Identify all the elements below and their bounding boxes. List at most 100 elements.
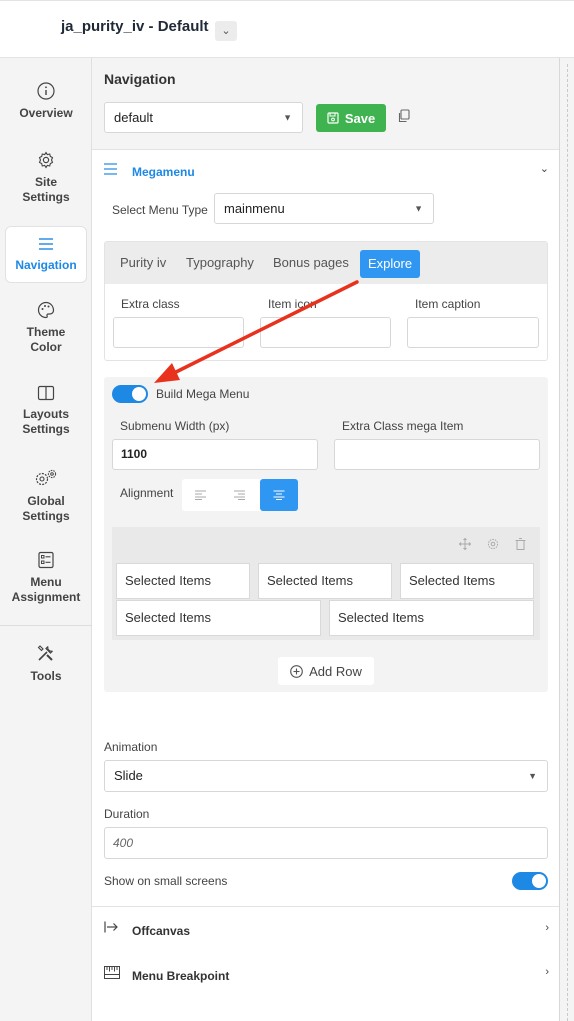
offcanvas-icon (104, 921, 118, 933)
template-dropdown-button[interactable]: ⌄ (215, 21, 237, 41)
save-button[interactable]: Save (316, 104, 386, 132)
sidebar-item-label: Overview (19, 106, 73, 120)
chevron-down-icon: ⌄ (221, 25, 231, 37)
tab-explore[interactable]: Explore (360, 250, 421, 278)
resize-guide (567, 64, 568, 1021)
grid-cell[interactable]: Selected Items (329, 600, 534, 636)
sidebar-item-tools[interactable]: Tools (0, 643, 92, 684)
sidebar-item-theme-color[interactable]: Theme Color (0, 301, 92, 355)
grid-cell[interactable]: Selected Items (400, 563, 534, 599)
sidebar-item-overview[interactable]: Overview (0, 82, 92, 121)
alignment-label: Alignment (120, 486, 174, 500)
sidebar-item-label: Navigation (15, 258, 77, 272)
section-divider (92, 906, 559, 907)
align-right-button[interactable] (220, 479, 258, 511)
megamenu-section-header[interactable]: Megamenu ⌄ (92, 150, 559, 188)
alignment-group (182, 479, 298, 511)
item-caption-input[interactable] (407, 317, 539, 348)
tab-bar: Purity iv Typography Bonus pages Explore (105, 242, 547, 284)
sidebar-item-site-settings[interactable]: Site Settings (0, 151, 92, 205)
grid-cell[interactable]: Selected Items (116, 600, 321, 636)
tools-icon (37, 645, 53, 661)
chevron-right-icon: › (545, 922, 549, 934)
small-screens-toggle[interactable] (512, 872, 548, 890)
menu-breakpoint-section-header[interactable]: Menu Breakpoint › (92, 956, 559, 994)
preset-value: default (114, 110, 154, 125)
checklist-icon (38, 551, 54, 569)
chevron-down-icon: ⌄ (539, 163, 549, 175)
plus-circle-icon (290, 664, 303, 678)
add-row-button[interactable]: Add Row (278, 657, 374, 685)
tab-purity-iv[interactable]: Purity iv (120, 255, 166, 270)
save-icon (327, 112, 339, 124)
mega-menu-grid: Selected Items Selected Items Selected I… (112, 527, 540, 640)
gears-icon (35, 469, 57, 486)
sidebar-item-menu-assignment[interactable]: Menu Assignment (0, 551, 92, 605)
extra-class-mega-label: Extra Class mega Item (342, 419, 464, 433)
menu-type-value: mainmenu (224, 201, 285, 216)
copy-icon[interactable] (397, 109, 410, 123)
align-left-icon (195, 490, 206, 500)
item-icon-input[interactable] (260, 317, 391, 348)
build-mega-menu-label: Build Mega Menu (156, 387, 250, 401)
navigation-header: Navigation default ▼ Save (92, 58, 559, 150)
preset-select[interactable]: default ▼ (104, 102, 303, 133)
mega-menu-builder: Build Mega Menu Submenu Width (px) Extra… (104, 377, 548, 692)
tab-typography[interactable]: Typography (186, 255, 254, 270)
offcanvas-title: Offcanvas (132, 924, 191, 938)
sidebar-item-label: Menu Assignment (11, 575, 81, 604)
caret-down-icon: ▼ (414, 203, 423, 213)
sidebar-item-label: Global Settings (22, 494, 70, 523)
sidebar-item-layouts-settings[interactable]: Layouts Settings (0, 385, 92, 437)
animation-label: Animation (104, 740, 158, 754)
save-label: Save (344, 110, 376, 126)
trash-icon[interactable] (515, 538, 526, 550)
offcanvas-section-header[interactable]: Offcanvas › (92, 910, 559, 948)
megamenu-title: Megamenu (132, 165, 195, 179)
build-mega-menu-toggle[interactable] (112, 385, 148, 403)
menu-icon (104, 163, 117, 175)
gear-icon (38, 151, 54, 169)
move-icon[interactable] (459, 538, 471, 550)
submenu-width-input[interactable]: 1100 (112, 439, 318, 470)
extra-class-mega-input[interactable] (334, 439, 540, 470)
align-left-button[interactable] (182, 479, 220, 511)
toggle-knob (532, 874, 546, 888)
caret-down-icon: ▼ (528, 771, 537, 781)
duration-input[interactable]: 400 (104, 827, 548, 859)
animation-value: Slide (114, 768, 143, 783)
sidebar-item-global-settings[interactable]: Global Settings (0, 468, 92, 524)
align-center-button[interactable] (260, 479, 298, 511)
caret-down-icon: ▼ (283, 112, 292, 122)
sidebar-item-label: Layouts Settings (22, 407, 70, 436)
sidebar-item-label: Theme Color (26, 325, 66, 354)
submenu-width-label: Submenu Width (px) (120, 419, 230, 433)
extra-class-input[interactable] (113, 317, 244, 348)
sidebar-item-label: Tools (30, 669, 62, 683)
select-menu-type-label: Select Menu Type (112, 203, 208, 217)
top-bar: ja_purity_iv - Default ⌄ (0, 0, 574, 58)
menu-breakpoint-title: Menu Breakpoint (132, 969, 230, 983)
align-right-icon (234, 490, 245, 500)
sidebar-divider (0, 625, 92, 626)
info-icon (37, 82, 55, 100)
item-icon-label: Item icon (268, 297, 317, 311)
menu-type-select[interactable]: mainmenu ▼ (214, 193, 434, 224)
menu-items-tabs: Purity iv Typography Bonus pages Explore… (104, 241, 548, 361)
tab-bonus-pages[interactable]: Bonus pages (273, 255, 349, 270)
sidebar-item-label: Site Settings (22, 175, 70, 204)
grid-cell[interactable]: Selected Items (116, 563, 250, 599)
animation-select[interactable]: Slide ▼ (104, 760, 548, 792)
gear-icon[interactable] (487, 538, 499, 550)
duration-label: Duration (104, 807, 150, 821)
layout-icon (37, 385, 55, 401)
align-center-icon (273, 490, 285, 500)
palette-icon (37, 301, 55, 319)
ruler-icon (104, 966, 120, 979)
grid-cell[interactable]: Selected Items (258, 563, 392, 599)
main-panel: Navigation default ▼ Save Megamenu ⌄ Sel… (92, 58, 559, 1021)
sidebar-item-navigation[interactable]: Navigation (5, 226, 87, 283)
extra-class-label: Extra class (121, 297, 180, 311)
add-row-label: Add Row (309, 663, 362, 679)
menu-icon (39, 238, 53, 250)
